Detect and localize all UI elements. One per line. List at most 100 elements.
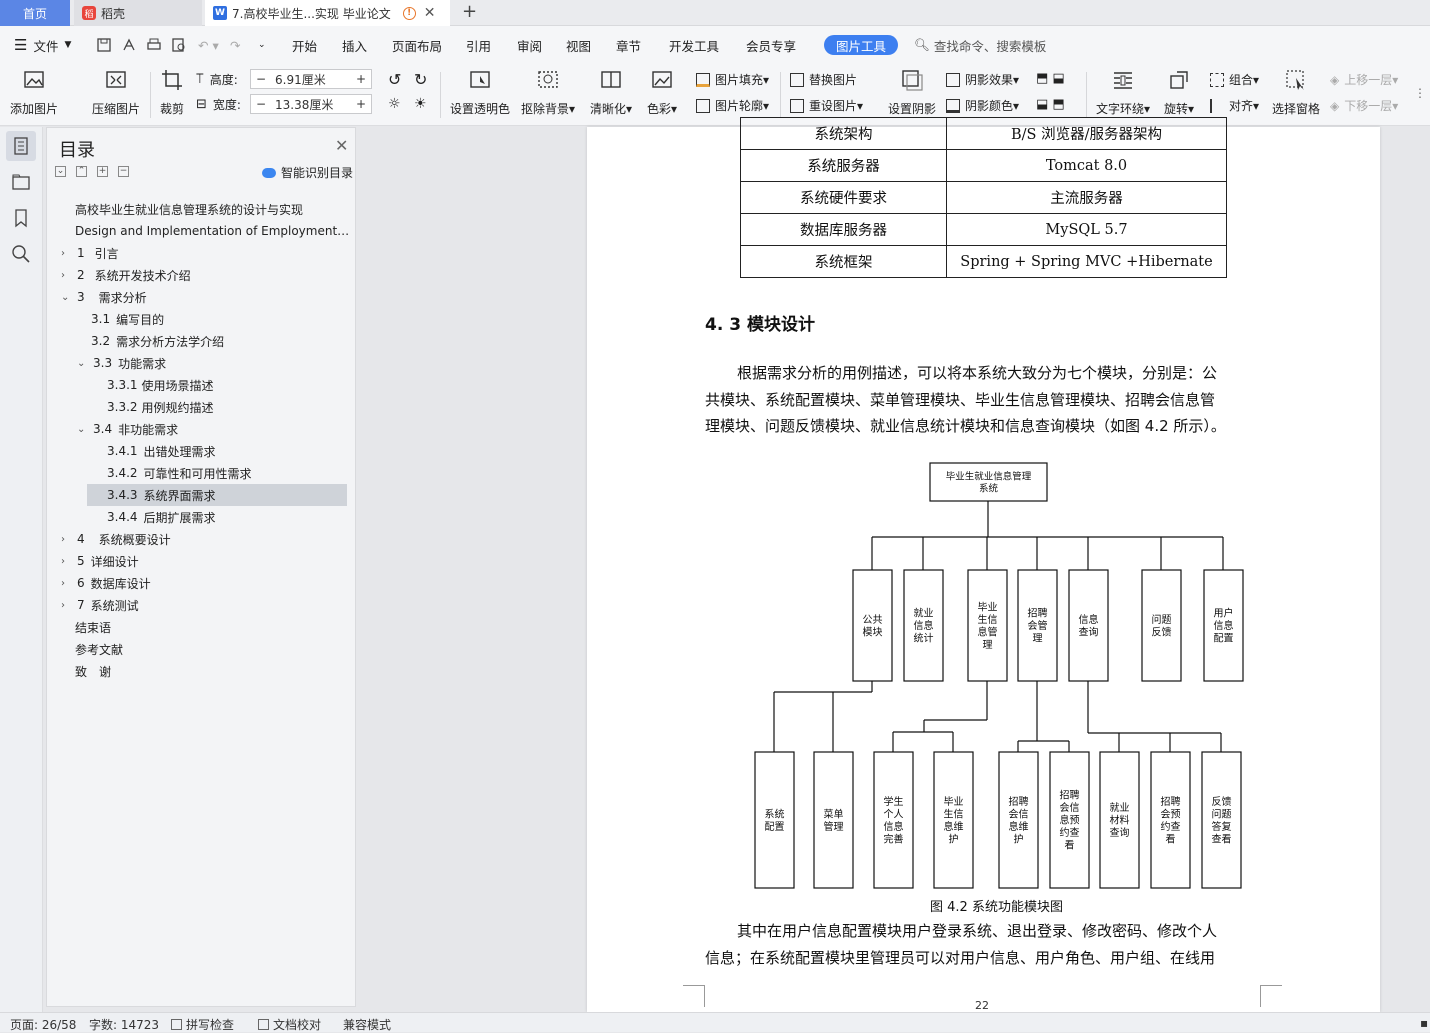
menu-item-review[interactable]: 审阅 [517, 26, 542, 64]
height-decrement-button[interactable]: − [251, 72, 271, 86]
width-input[interactable]: −13.38厘米 + [250, 94, 372, 114]
replace-image-button[interactable]: 替换图片 [790, 71, 857, 88]
chevron-down-icon[interactable]: ⌄ [77, 424, 87, 435]
menu-item-start[interactable]: 开始 [292, 26, 317, 64]
rotate-right-icon[interactable]: ↻ [414, 70, 427, 89]
redo-icon[interactable]: ↷ [230, 26, 240, 64]
quick-access-chevron-icon[interactable]: ⌄ [258, 26, 266, 64]
align-button[interactable]: 对齐 ▾ [1210, 97, 1259, 114]
module-diagram[interactable]: 毕业生就业信息管理系统公共模块就业信息统计毕业生信息管理招聘会管理信息查询问题反… [587, 127, 1380, 917]
menu-item-member[interactable]: 会员专享 [746, 26, 796, 64]
toc-item[interactable]: 致 谢 [75, 660, 111, 682]
print-icon[interactable] [146, 26, 162, 64]
toc-item[interactable]: Design and Implementation of Employment… [75, 220, 349, 242]
menu-item-picture-tools[interactable]: 图片工具 [824, 35, 899, 55]
undo-icon[interactable]: ↶ ▾ [198, 26, 219, 64]
file-menu[interactable]: ☰ 文件 ▼ [14, 26, 71, 64]
crop-button[interactable]: 裁剪 [160, 68, 184, 117]
remove-heading-icon[interactable]: − [118, 166, 129, 177]
shadow-down-icon[interactable]: ⬓ ⬒ [1036, 97, 1065, 112]
ribbon-more-icon[interactable]: ⋮ [1414, 86, 1426, 100]
bring-forward-button[interactable]: ◈ 上移一层 ▾ [1330, 71, 1398, 88]
chevron-right-icon[interactable]: › [61, 248, 71, 259]
collapse-all-icon[interactable]: ⌄ [55, 166, 66, 177]
reset-image-button[interactable]: 重设图片 ▾ [790, 97, 863, 114]
add-image-button[interactable]: 添加图片 [10, 68, 58, 117]
proofread-button[interactable]: 文档校对 [258, 1016, 321, 1033]
document-page[interactable]: 系统架构 B/S 浏览器/服务器架构 系统服务器 Tomcat 8.0 系统硬件要求… [587, 117, 1380, 1012]
menu-item-developer[interactable]: 开发工具 [669, 26, 719, 64]
menu-item-layout[interactable]: 页面布局 [392, 26, 442, 64]
toc-item[interactable]: 3.4.2 可靠性和可用性需求 [107, 462, 252, 484]
tab-home[interactable]: 首页 [0, 0, 70, 26]
toc-panel-toggle[interactable] [6, 131, 36, 161]
tab-daoke[interactable]: 稻稻壳 [74, 0, 202, 26]
expand-icon[interactable]: ⌃ [76, 166, 87, 177]
chevron-right-icon[interactable]: › [61, 270, 71, 281]
toc-item[interactable]: › 4 系统概要设计 [61, 528, 171, 550]
shadow-up-icon[interactable]: ⬒ ⬓ [1036, 71, 1065, 86]
brightness-down-icon[interactable]: ☼ [388, 96, 401, 112]
toc-item[interactable]: › 5 详细设计 [61, 550, 139, 572]
toc-item[interactable]: 3.4.1 出错处理需求 [107, 440, 216, 462]
chevron-right-icon[interactable]: › [61, 534, 71, 545]
page-indicator[interactable]: 页面: 26/58 [10, 1016, 76, 1033]
shadow-effect-button[interactable]: 阴影效果 ▾ [946, 71, 1019, 88]
close-panel-icon[interactable]: ✕ [335, 136, 348, 155]
width-increment-button[interactable]: + [351, 97, 371, 111]
chevron-right-icon[interactable]: › [61, 600, 71, 611]
toc-item[interactable]: 结束语 [75, 616, 111, 638]
warning-icon[interactable]: ! [402, 6, 416, 20]
save-icon[interactable] [96, 26, 112, 64]
height-increment-button[interactable]: + [351, 72, 371, 86]
command-search[interactable]: 🔍︎ 查找命令、搜索模板 [914, 26, 1046, 64]
shadow-color-button[interactable]: 阴影颜色 ▾ [946, 97, 1019, 114]
sharpen-button[interactable]: 清晰化▾ [590, 68, 632, 117]
toc-item[interactable]: 高校毕业生就业信息管理系统的设计与实现 [75, 198, 303, 220]
compress-image-button[interactable]: 压缩图片 [92, 68, 140, 117]
picture-fill-button[interactable]: 图片填充 ▾ [696, 71, 769, 88]
status-more-icon[interactable]: ▪ [1420, 1016, 1428, 1030]
toc-item[interactable]: › 6 数据库设计 [61, 572, 151, 594]
rotate-left-icon[interactable]: ↺ [388, 70, 401, 89]
print-preview-icon[interactable] [171, 26, 187, 64]
tab-document[interactable]: W 7.高校毕业生...实现 毕业论文! ✕ [205, 0, 450, 26]
chevron-right-icon[interactable]: › [61, 578, 71, 589]
chevron-down-icon[interactable]: ⌄ [61, 292, 71, 303]
menu-item-reference[interactable]: 引用 [466, 26, 491, 64]
toc-item[interactable]: 参考文献 [75, 638, 123, 660]
toc-item[interactable]: 3.1 编写目的 [91, 308, 164, 330]
word-count[interactable]: 字数: 14723 [89, 1016, 159, 1033]
rotate-button[interactable]: 旋转▾ [1164, 68, 1194, 117]
selection-pane-button[interactable]: 选择窗格 [1272, 68, 1320, 117]
toc-item-selected[interactable]: 3.4.3 系统界面需求 [87, 484, 347, 506]
picture-outline-button[interactable]: 图片轮廓 ▾ [696, 97, 769, 114]
toc-item[interactable]: 3.2 需求分析方法学介绍 [91, 330, 224, 352]
new-tab-icon[interactable]: + [462, 1, 477, 22]
bookmark-toggle[interactable] [10, 207, 32, 229]
toc-item[interactable]: 3.3.1 使用场景描述 [107, 374, 214, 396]
menu-item-view[interactable]: 视图 [566, 26, 591, 64]
spell-check-button[interactable]: 拼写检查 [171, 1016, 234, 1033]
toc-item[interactable]: ⌄ 3.4 非功能需求 [77, 418, 178, 440]
find-toggle[interactable] [10, 243, 32, 265]
chevron-right-icon[interactable]: › [61, 556, 71, 567]
toc-item[interactable]: ⌄ 3.3 功能需求 [77, 352, 166, 374]
send-backward-button[interactable]: ◈ 下移一层 ▾ [1330, 97, 1398, 114]
menu-item-chapter[interactable]: 章节 [616, 26, 641, 64]
navigation-toggle[interactable] [10, 171, 32, 193]
height-input[interactable]: −6.91厘米 + [250, 69, 372, 89]
export-pdf-icon[interactable] [121, 26, 137, 64]
add-heading-icon[interactable]: + [97, 166, 108, 177]
close-tab-icon[interactable]: ✕ [424, 5, 436, 21]
toc-item[interactable]: › 7 系统测试 [61, 594, 139, 616]
toc-item[interactable]: 3.3.2 用例规约描述 [107, 396, 214, 418]
toc-item[interactable]: › 1 引言 [61, 242, 119, 264]
menu-item-insert[interactable]: 插入 [342, 26, 367, 64]
toc-item[interactable]: › 2 系统开发技术介绍 [61, 264, 191, 286]
brightness-up-icon[interactable]: ☀ [414, 96, 427, 112]
width-decrement-button[interactable]: − [251, 97, 271, 111]
smart-toc-button[interactable]: 智能识别目录 [262, 164, 353, 181]
chevron-down-icon[interactable]: ⌄ [77, 358, 87, 369]
color-button[interactable]: 色彩▾ [647, 68, 677, 117]
